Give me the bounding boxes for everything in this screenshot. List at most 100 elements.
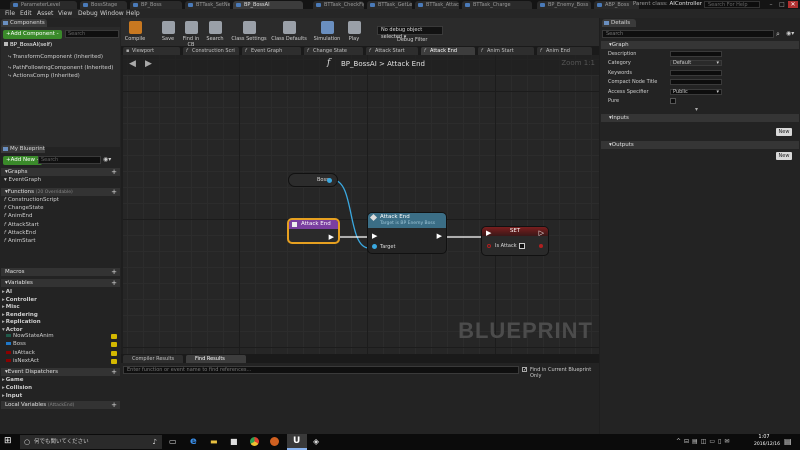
close-icon[interactable]: ✕ xyxy=(788,1,798,8)
tab-change-state[interactable]: f Change State xyxy=(304,47,363,55)
components-search-input[interactable]: Search xyxy=(65,30,119,38)
macros-section[interactable]: Macros + xyxy=(1,268,120,276)
notifications-icon[interactable]: ▤ xyxy=(784,437,792,446)
app-icon[interactable]: ◈ xyxy=(313,437,319,446)
function-item[interactable]: f ConstructionScript xyxy=(4,196,59,204)
class-settings-button[interactable]: Class Settings xyxy=(231,18,267,42)
taskbar-search-input[interactable]: ○ 何でも聞いてください ♪ xyxy=(20,435,162,449)
eye-view-icon[interactable]: ◉▾ xyxy=(786,30,794,37)
add-local-variable-icon[interactable]: + xyxy=(111,401,117,409)
variable-item[interactable]: isNextAct xyxy=(6,357,39,365)
dispatcher-category[interactable]: ▸Input xyxy=(2,392,22,400)
tab-event-graph[interactable]: f Event Graph xyxy=(242,47,301,55)
graph-item[interactable]: ▾ EventGraph xyxy=(4,176,41,184)
blueprint-graph-canvas[interactable]: ◀ ▶ f BP_BossAI > Attack End Zoom 1:1 Bo… xyxy=(123,55,599,354)
details-tab[interactable]: Details xyxy=(602,19,636,27)
doc-tab[interactable]: BossStage xyxy=(80,1,127,9)
visibility-eye-icon[interactable] xyxy=(111,342,117,348)
debug-object-select[interactable]: No debug object selected ▾ xyxy=(377,26,443,40)
function-item[interactable]: f AnimEnd xyxy=(4,212,33,220)
doc-tab[interactable]: BTTask_SetNextAct xyxy=(185,1,230,9)
tab-construction-scri[interactable]: f Construction Scri xyxy=(183,47,239,55)
tab-attack-end[interactable]: f Attack End xyxy=(421,47,475,55)
add-component-button[interactable]: +Add Component - xyxy=(3,30,62,39)
exec-in-pin-icon[interactable]: ▶ xyxy=(372,232,377,240)
microphone-icon[interactable]: ♪ xyxy=(153,435,157,449)
tab-anim-start[interactable]: f Anim Start xyxy=(478,47,534,55)
dispatcher-category[interactable]: ▸Game xyxy=(2,376,23,384)
system-tray-icons[interactable]: ^⊟▤◫▭▯✉ xyxy=(676,438,732,445)
bool-out-pin-icon[interactable] xyxy=(539,244,543,248)
new-input-button[interactable]: New xyxy=(776,128,792,136)
visibility-eye-icon[interactable] xyxy=(111,334,117,339)
unreal-taskbar-button[interactable]: U xyxy=(287,434,307,450)
search-button[interactable]: Search xyxy=(204,18,226,42)
find-references-input[interactable]: Enter function or event name to find ref… xyxy=(123,366,519,374)
expand-chevron-icon[interactable]: ▾ xyxy=(695,106,698,113)
function-item[interactable]: f AttackStart xyxy=(4,221,39,229)
new-output-button[interactable]: New xyxy=(776,152,792,160)
inputs-section[interactable]: ▾Inputs xyxy=(601,114,799,122)
search-help-input[interactable]: Search For Help xyxy=(704,1,760,8)
dispatcher-category[interactable]: ▸Collision xyxy=(2,384,32,392)
minimize-icon[interactable]: – xyxy=(766,1,776,8)
edge-browser-icon[interactable]: e xyxy=(190,436,197,447)
property-field[interactable] xyxy=(670,51,722,57)
class-defaults-button[interactable]: Class Defaults xyxy=(269,18,309,42)
my-blueprint-search-input[interactable]: Search xyxy=(38,156,101,164)
add-dispatcher-icon[interactable]: + xyxy=(111,368,117,376)
add-macro-icon[interactable]: + xyxy=(111,268,117,276)
attack-end-call-node[interactable]: Attack End Target is BP Enemy Boss ▶ ▶ T… xyxy=(367,212,447,254)
function-entry-node[interactable]: Attack End ▶ xyxy=(287,218,340,244)
tab-compiler-results[interactable]: Compiler Results xyxy=(123,355,183,363)
property-field[interactable] xyxy=(670,79,722,86)
bool-pin-icon[interactable] xyxy=(487,244,491,248)
doc-tab[interactable]: BTTask_Charge xyxy=(462,1,532,9)
app-icon[interactable] xyxy=(270,437,279,446)
maximize-icon[interactable]: □ xyxy=(777,1,787,8)
task-view-icon[interactable]: ▭ xyxy=(169,437,177,446)
component-item[interactable]: ⤷ PathFollowingComponent (Inherited) xyxy=(8,65,113,72)
file-explorer-icon[interactable]: ▬ xyxy=(210,437,218,446)
property-field[interactable]: Public ▾ xyxy=(670,88,722,95)
component-item[interactable]: ⤷ ActionsComp (Inherited) xyxy=(8,73,80,80)
local-variables-section[interactable]: Local Variables (AttackEnd) + xyxy=(1,401,120,409)
details-search-input[interactable]: Search xyxy=(602,30,774,38)
property-field[interactable] xyxy=(670,69,722,76)
component-item[interactable]: ⤷ TransformComponent (Inherited) xyxy=(8,54,103,61)
variables-section[interactable]: ▾Variables + xyxy=(1,279,120,287)
visibility-eye-icon[interactable] xyxy=(111,358,117,364)
functions-section[interactable]: ▾Functions (20 Overridable) + xyxy=(1,188,120,196)
search-icon[interactable]: ⌕ xyxy=(776,30,780,39)
function-item[interactable]: f AttackEnd xyxy=(4,229,36,237)
exec-out-pin-icon[interactable]: ▶ xyxy=(437,232,442,240)
my-blueprint-tab[interactable]: My Blueprint xyxy=(1,145,45,153)
doc-tab[interactable]: BP_Boss xyxy=(130,1,182,9)
find-current-checkbox[interactable]: ✓ xyxy=(522,367,527,373)
tab-anim-end[interactable]: f Anim End xyxy=(537,47,592,55)
bool-checkbox[interactable] xyxy=(519,243,525,249)
function-item[interactable]: f AnimStart xyxy=(4,237,36,245)
graph-section[interactable]: ▾Graph xyxy=(601,41,799,49)
compile-button[interactable]: Compile xyxy=(123,18,147,42)
target-pin-icon[interactable] xyxy=(372,244,377,249)
play-button[interactable]: Play xyxy=(343,18,365,42)
tab-viewport[interactable]: ▪ Viewport xyxy=(123,47,180,55)
doc-tab[interactable]: BTTask_AttackNear xyxy=(415,1,459,9)
eye-view-icon[interactable]: ◉▾ xyxy=(103,157,117,163)
doc-tab[interactable]: BTTask_GetLengthT xyxy=(367,1,412,9)
find-in-cb-button[interactable]: Find in CB xyxy=(179,18,203,48)
outputs-section[interactable]: ▾Outputs xyxy=(601,141,799,149)
doc-tab[interactable]: BTTask_CheckFig xyxy=(313,1,364,9)
doc-tab[interactable]: BP_BossAI xyxy=(233,1,303,9)
variable-item[interactable]: Boss xyxy=(6,340,26,348)
boss-getter-node[interactable]: Boss xyxy=(288,173,338,187)
function-item[interactable]: f ChangeState xyxy=(4,204,44,212)
components-tab[interactable]: Components xyxy=(1,19,47,27)
graphs-section[interactable]: ▾Graphs + xyxy=(1,168,120,176)
event-dispatchers-section[interactable]: ▾Event Dispatchers + xyxy=(1,368,120,376)
add-graph-icon[interactable]: + xyxy=(111,168,117,176)
exec-in-pin-icon[interactable]: ▶ xyxy=(486,229,491,237)
save-button[interactable]: Save xyxy=(159,18,177,42)
visibility-eye-icon[interactable] xyxy=(111,350,117,356)
